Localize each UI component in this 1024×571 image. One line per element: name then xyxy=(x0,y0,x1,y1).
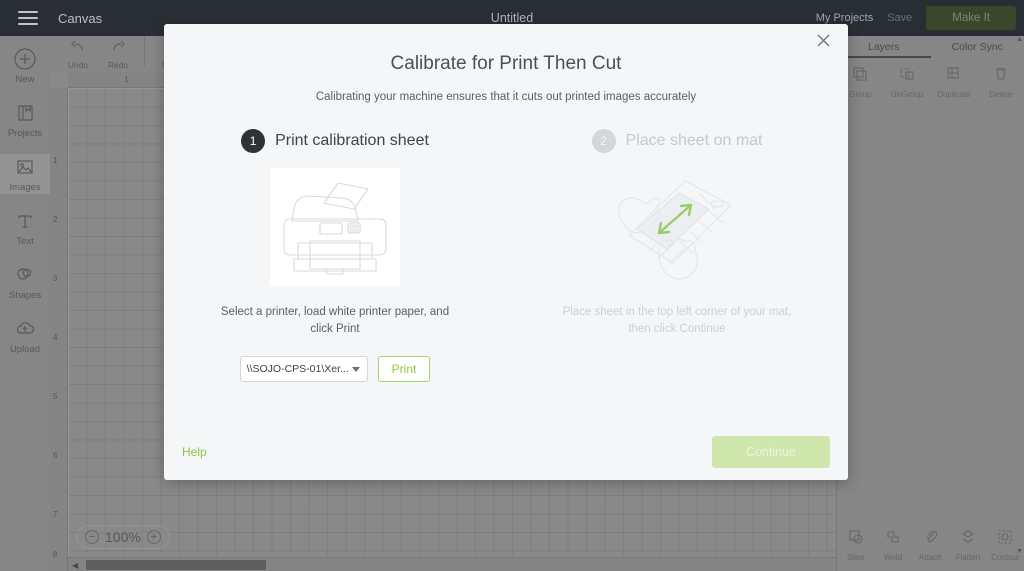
step-1-title: Print calibration sheet xyxy=(275,132,429,149)
close-icon[interactable] xyxy=(810,34,836,60)
printer-line-art-icon xyxy=(283,182,387,275)
dialog-footer: Help Continue xyxy=(164,424,848,480)
calibrate-print-then-cut-dialog: Calibrate for Print Then Cut Calibrating… xyxy=(164,24,848,480)
printer-select-value: \\SOJO-CPS-01\Xer... xyxy=(246,363,349,375)
calibration-steps: 1 Print calibration sheet Select a print… xyxy=(164,129,848,382)
printer-controls: \\SOJO-CPS-01\Xer... Print xyxy=(164,356,506,382)
cricut-design-space-app: Canvas Untitled My Projects Save Make It… xyxy=(0,0,1024,571)
continue-button[interactable]: Continue xyxy=(711,436,830,468)
step-1-header: 1 Print calibration sheet xyxy=(164,129,506,153)
step-print-calibration-sheet: 1 Print calibration sheet Select a print… xyxy=(164,129,506,382)
chevron-down-icon xyxy=(351,366,360,372)
help-link[interactable]: Help xyxy=(182,445,207,459)
step-1-number: 1 xyxy=(241,129,266,153)
step-2-header: 2 Place sheet on mat xyxy=(506,129,848,153)
printer-select[interactable]: \\SOJO-CPS-01\Xer... xyxy=(239,356,368,382)
close-x-glyph xyxy=(817,34,829,47)
dialog-title: Calibrate for Print Then Cut xyxy=(390,53,622,74)
dialog-subtitle: Calibrating your machine ensures that it… xyxy=(315,91,697,103)
step-2-title: Place sheet on mat xyxy=(625,132,763,149)
print-button[interactable]: Print xyxy=(377,356,431,382)
step-2-description: Place sheet in the top left corner of yo… xyxy=(562,306,792,335)
step-1-description: Select a printer, load white printer pap… xyxy=(220,306,450,335)
printer-illustration xyxy=(270,168,400,286)
sheet-on-mat-line-art-icon xyxy=(618,180,732,280)
step-place-sheet-on-mat: 2 Place sheet on mat Place sheet in the … xyxy=(506,129,848,382)
hands-placing-sheet-on-mat-illustration xyxy=(612,168,742,286)
step-2-number: 2 xyxy=(591,129,616,153)
